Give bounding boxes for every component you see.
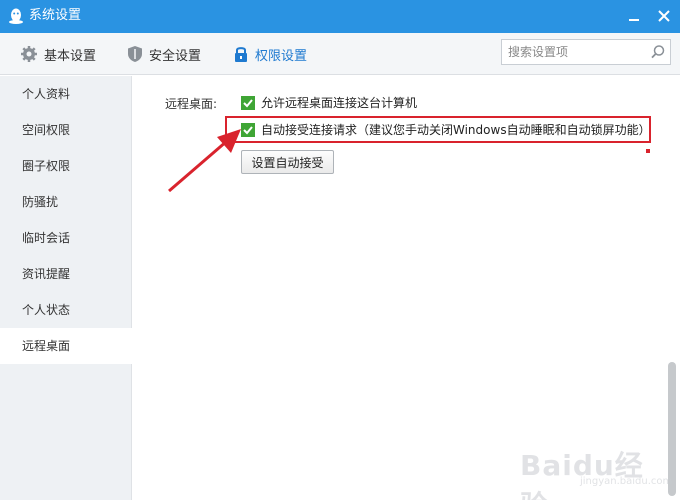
settings-toolbar: 基本设置 安全设置 权限设置 — [0, 33, 680, 75]
lock-icon — [235, 47, 247, 62]
checkbox-checked-icon[interactable] — [241, 95, 255, 110]
sidebar-item-temp-session[interactable]: 临时会话 — [0, 220, 132, 256]
baidu-watermark: Baidu经验 jingyan.baidu.com — [520, 430, 673, 500]
settings-sidebar: 个人资料 空间权限 圈子权限 防骚扰 临时会话 资讯提醒 个人状态 远程桌面 — [0, 76, 132, 500]
search-box — [501, 39, 671, 65]
sidebar-item-news-reminder[interactable]: 资讯提醒 — [0, 256, 132, 292]
search-icon[interactable] — [650, 44, 666, 60]
minimize-button[interactable] — [622, 4, 646, 28]
search-input[interactable] — [502, 40, 642, 64]
red-arrow-annotation-icon — [168, 129, 241, 193]
sidebar-item-remote-desktop[interactable]: 远程桌面 — [0, 328, 132, 364]
watermark-url: jingyan.baidu.com — [580, 476, 673, 487]
watermark-text: Baidu经验 — [520, 449, 644, 500]
title-bar: 系统设置 — [0, 0, 680, 33]
sidebar-item-personal-status[interactable]: 个人状态 — [0, 292, 132, 328]
allow-remote-label: 允许远程桌面连接这台计算机 — [261, 96, 418, 110]
remote-desktop-label: 远程桌面: — [165, 97, 218, 111]
allow-remote-option[interactable]: 允许远程桌面连接这台计算机 — [241, 94, 417, 111]
tab-security-settings[interactable]: 安全设置 — [127, 43, 201, 65]
sidebar-item-circle-permission[interactable]: 圈子权限 — [0, 148, 132, 184]
sidebar-item-space-permission[interactable]: 空间权限 — [0, 112, 132, 148]
sidebar-item-anti-harassment[interactable]: 防骚扰 — [0, 184, 132, 220]
tab-label: 基本设置 — [44, 48, 97, 64]
sidebar-item-profile[interactable]: 个人资料 — [0, 76, 132, 112]
gear-icon — [21, 46, 37, 62]
annotation-dot — [646, 149, 650, 153]
tab-label: 权限设置 — [255, 48, 308, 64]
qq-penguin-icon — [9, 8, 23, 24]
tab-label: 安全设置 — [149, 48, 202, 64]
tab-basic-settings[interactable]: 基本设置 — [20, 43, 96, 65]
close-button[interactable] — [652, 4, 676, 28]
shield-icon — [128, 46, 142, 62]
set-auto-accept-button[interactable]: 设置自动接受 — [241, 150, 334, 174]
tab-permission-settings[interactable]: 权限设置 — [233, 43, 307, 65]
highlight-annotation-box — [225, 116, 651, 143]
window-title: 系统设置 — [29, 8, 82, 23]
